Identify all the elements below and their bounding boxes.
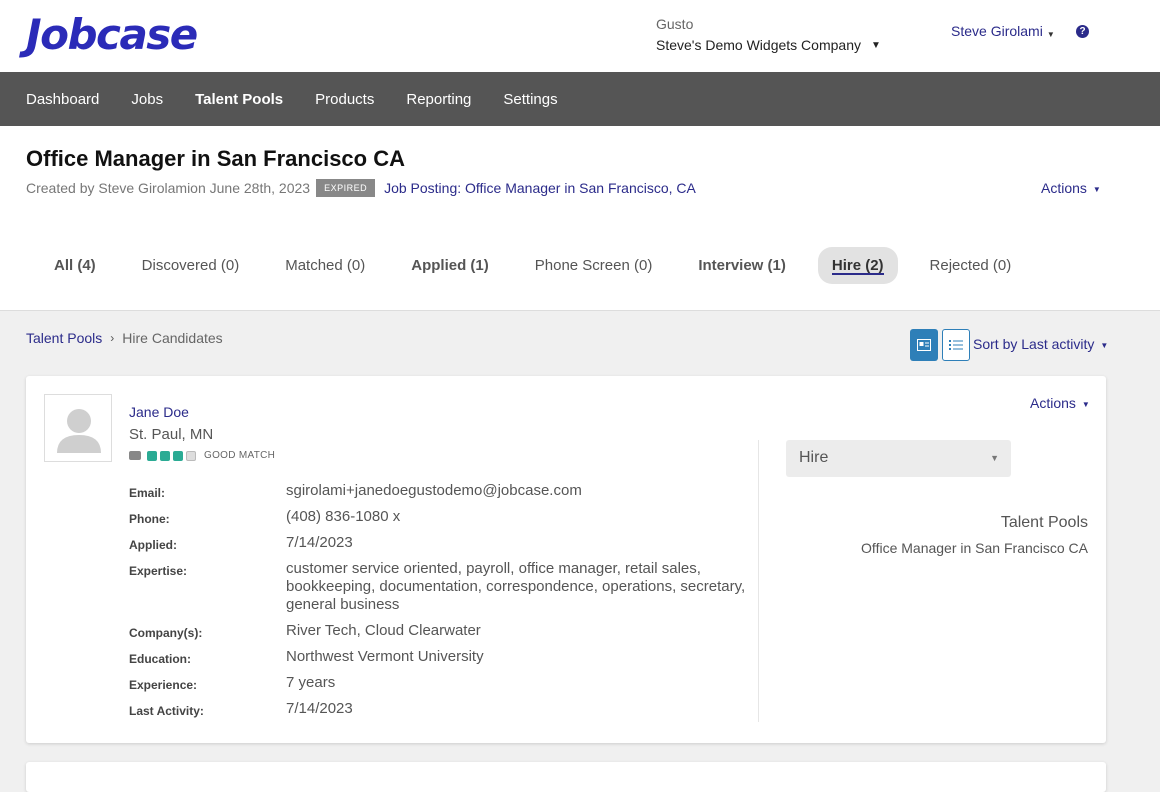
match-square xyxy=(147,450,157,461)
candidate-name-link[interactable]: Jane Doe xyxy=(129,404,189,420)
header-actions-label: Actions xyxy=(1041,180,1087,196)
company-name-row[interactable]: Steve's Demo Widgets Company ▼ xyxy=(656,37,881,53)
job-posting-link[interactable]: Job Posting: Office Manager in San Franc… xyxy=(384,180,696,196)
experience-value: 7 years xyxy=(286,674,336,691)
detail-row-phone: Phone: (408) 836-1080 x xyxy=(129,508,749,526)
candidate-card-next xyxy=(26,762,1106,792)
tab-applied[interactable]: Applied (1) xyxy=(397,247,503,284)
card-actions-label: Actions xyxy=(1030,395,1076,411)
sort-dropdown[interactable]: Sort by Last activity ▼ xyxy=(973,336,1108,352)
person-silhouette-icon xyxy=(57,409,101,453)
user-name: Steve Girolami xyxy=(951,23,1043,39)
nav-item-dashboard[interactable]: Dashboard xyxy=(26,91,99,108)
sort-label: Sort by Last activity xyxy=(973,336,1095,352)
detail-label: Education: xyxy=(129,652,191,666)
detail-row-companies: Company(s): River Tech, Cloud Clearwater xyxy=(129,622,749,640)
talent-pools-heading: Talent Pools xyxy=(1000,514,1088,531)
candidate-details: Email: sgirolami+janedoegustodemo@jobcas… xyxy=(129,482,749,726)
candidate-location: St. Paul, MN xyxy=(129,426,214,443)
detail-label: Email: xyxy=(129,486,166,500)
list-icon xyxy=(949,340,963,350)
card-view-button[interactable] xyxy=(910,329,938,361)
detail-row-expertise: Expertise: customer service oriented, pa… xyxy=(129,560,749,614)
match-square xyxy=(173,450,183,461)
status-badge: EXPIRED xyxy=(316,179,376,197)
detail-row-email: Email: sgirolami+janedoegustodemo@jobcas… xyxy=(129,482,749,500)
nav-item-reporting[interactable]: Reporting xyxy=(406,91,471,108)
detail-label: Phone: xyxy=(129,512,170,526)
detail-row-experience: Experience: 7 years xyxy=(129,674,749,692)
tab-rejected[interactable]: Rejected (0) xyxy=(916,247,1026,284)
pipeline-tabs: All (4) Discovered (0) Matched (0) Appli… xyxy=(40,247,1043,284)
nav-item-settings[interactable]: Settings xyxy=(503,91,557,108)
company-org: Gusto xyxy=(656,16,694,32)
match-square xyxy=(186,450,196,461)
breadcrumb: Talent Pools › Hire Candidates xyxy=(26,330,223,346)
list-view-button[interactable] xyxy=(942,329,970,361)
chevron-down-icon: ▼ xyxy=(870,39,881,51)
applied-value: 7/14/2023 xyxy=(286,534,353,551)
match-label: GOOD MATCH xyxy=(204,450,276,461)
nav-item-products[interactable]: Products xyxy=(315,91,374,108)
detail-label: Experience: xyxy=(129,678,198,692)
id-card-icon xyxy=(917,339,931,351)
detail-row-education: Education: Northwest Vermont University xyxy=(129,648,749,666)
top-bar: Jobcase Gusto Steve's Demo Widgets Compa… xyxy=(0,0,1160,72)
header-actions-dropdown[interactable]: Actions ▼ xyxy=(1041,180,1101,196)
user-menu[interactable]: Steve Girolami ▼ xyxy=(951,23,1055,39)
phone-value: (408) 836-1080 x xyxy=(286,508,401,525)
caret-down-icon: ▼ xyxy=(1100,340,1109,350)
caret-down-icon: ▼ xyxy=(1046,29,1055,39)
nav-item-talent-pools[interactable]: Talent Pools xyxy=(195,91,283,108)
detail-label: Last Activity: xyxy=(129,704,204,718)
caret-down-icon: ▼ xyxy=(990,453,999,463)
detail-row-applied: Applied: 7/14/2023 xyxy=(129,534,749,552)
tab-matched[interactable]: Matched (0) xyxy=(271,247,379,284)
status-select[interactable]: Hire ▼ xyxy=(786,440,1011,477)
jobcase-logo[interactable]: Jobcase xyxy=(26,10,198,59)
detail-row-last-activity: Last Activity: 7/14/2023 xyxy=(129,700,749,718)
created-by-text: Created by Steve Girolamion June 28th, 2… xyxy=(26,180,311,196)
tab-interview[interactable]: Interview (1) xyxy=(684,247,800,284)
page-title: Office Manager in San Francisco CA xyxy=(26,146,405,171)
caret-down-icon: ▼ xyxy=(1092,184,1101,194)
nav-item-jobs[interactable]: Jobs xyxy=(131,91,163,108)
page-header: Office Manager in San Francisco CA Creat… xyxy=(0,126,1160,311)
company-switcher[interactable]: Gusto Steve's Demo Widgets Company ▼ xyxy=(656,16,881,53)
breadcrumb-talent-pools[interactable]: Talent Pools xyxy=(26,330,102,346)
education-value: Northwest Vermont University xyxy=(286,648,484,665)
caret-down-icon: ▼ xyxy=(1081,399,1090,409)
tab-discovered[interactable]: Discovered (0) xyxy=(128,247,254,284)
detail-label: Company(s): xyxy=(129,626,203,640)
match-indicator: GOOD MATCH xyxy=(129,450,275,461)
match-square xyxy=(160,450,170,461)
expertise-value: customer service oriented, payroll, offi… xyxy=(286,560,746,613)
meta-row: Created by Steve Girolamion June 28th, 2… xyxy=(26,179,696,197)
chevron-right-icon: › xyxy=(110,331,115,345)
company-name: Steve's Demo Widgets Company xyxy=(656,37,861,53)
talent-pool-item[interactable]: Office Manager in San Francisco CA xyxy=(861,540,1088,556)
tab-hire[interactable]: Hire (2) xyxy=(817,247,898,284)
companies-value: River Tech, Cloud Clearwater xyxy=(286,622,481,639)
card-actions-dropdown[interactable]: Actions ▼ xyxy=(1030,395,1090,411)
vertical-divider xyxy=(758,440,759,722)
last-activity-value: 7/14/2023 xyxy=(286,700,353,717)
breadcrumb-current: Hire Candidates xyxy=(122,330,223,346)
tab-phone-screen[interactable]: Phone Screen (0) xyxy=(521,247,667,284)
candidate-card: Jane Doe St. Paul, MN GOOD MATCH Email: … xyxy=(26,376,1106,743)
main-nav: Dashboard Jobs Talent Pools Products Rep… xyxy=(0,72,1160,126)
help-icon[interactable]: ? xyxy=(1076,25,1089,38)
detail-label: Applied: xyxy=(129,538,177,552)
briefcase-icon xyxy=(129,451,141,460)
detail-label: Expertise: xyxy=(129,564,188,578)
status-value: Hire xyxy=(799,449,829,466)
tab-all[interactable]: All (4) xyxy=(40,247,110,284)
avatar xyxy=(44,394,112,462)
email-value: sgirolami+janedoegustodemo@jobcase.com xyxy=(286,482,582,499)
